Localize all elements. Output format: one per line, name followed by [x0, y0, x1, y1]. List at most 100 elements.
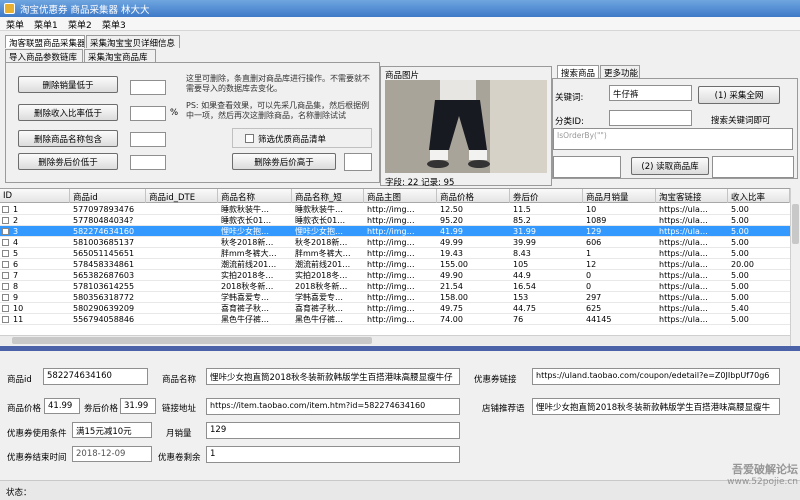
table-cell: https://ula…: [659, 227, 708, 236]
tab-collect-library[interactable]: 采集淘宝商品库: [84, 49, 156, 62]
row-checkbox[interactable]: [2, 239, 9, 246]
table-cell: https://ula…: [659, 315, 708, 324]
column-header[interactable]: 收入比率: [728, 189, 790, 203]
table-row[interactable]: 10 580290639209 喜育裤子秋… 喜育裤子秋… http://img… 49.…: [0, 303, 790, 314]
column-header[interactable]: 劵后价: [510, 189, 583, 203]
keyword-input[interactable]: 牛仔裤: [609, 85, 692, 101]
table-row[interactable]: 1 577097893476 睡款秋装牛… 睡款秋装牛… http://img… 12.5…: [0, 204, 790, 215]
scroll-thumb[interactable]: [12, 337, 372, 344]
menu-item-main[interactable]: 菜单: [6, 18, 24, 31]
code-textarea[interactable]: IsOrderBy(""): [553, 128, 793, 150]
column-header[interactable]: 商品名称: [218, 189, 292, 203]
table-cell: http://img…: [367, 260, 415, 269]
table-row[interactable]: 2 57780484034? 睡款衣长01… 睡款衣长01… http://img… 95…: [0, 215, 790, 226]
menu-item-1[interactable]: 菜单1: [34, 18, 58, 31]
coupon-end-field[interactable]: 2018-12-09: [72, 446, 152, 462]
name-contains-input[interactable]: [130, 132, 166, 147]
table-row[interactable]: 11 556794058846 黑色牛仔裤… 黑色牛仔裤… http://img… 74.…: [0, 314, 790, 325]
table-cell: 5.00: [731, 271, 749, 280]
grid-vertical-scrollbar[interactable]: [790, 188, 800, 348]
table-cell: 秋冬2018新…: [295, 238, 348, 247]
price-field[interactable]: 41.99: [44, 398, 80, 414]
coupon-remain-field[interactable]: 1: [206, 446, 460, 463]
table-row[interactable]: 9 580356318772 学韩喜爱专… 学韩喜爱专… http://img… 158.…: [0, 292, 790, 303]
splitter-bar[interactable]: [0, 346, 800, 351]
delete-hint-text: 这里可删除，条直删对商品库进行操作。不需要就不需要导入的数据库去变化。: [186, 74, 370, 93]
row-checkbox[interactable]: [2, 294, 9, 301]
commission-low-input[interactable]: [130, 106, 166, 121]
table-row[interactable]: 8 578103614255 2018秋冬新… 2018秋冬新… http://img……: [0, 281, 790, 292]
row-checkbox[interactable]: [2, 283, 9, 290]
tab-taoke-collector[interactable]: 淘客联盟商品采集器: [5, 35, 85, 48]
row-checkbox[interactable]: [2, 250, 9, 257]
table-row[interactable]: 5 565051145651 胖mm冬裤大… 胖mm冬裤大… http://img… 19…: [0, 248, 790, 259]
category-input[interactable]: [609, 110, 692, 126]
coupon-low-input[interactable]: [130, 155, 166, 170]
table-row[interactable]: 7 565382687603 实拍2018冬… 实拍2018冬… http://img……: [0, 270, 790, 281]
after-coupon-field[interactable]: 31.99: [120, 398, 156, 414]
product-id-field[interactable]: 582274634160: [43, 368, 148, 385]
delete-coupon-low-button[interactable]: 删除劵后价低于: [18, 153, 118, 170]
column-header[interactable]: 商品主图: [364, 189, 437, 203]
grid-header: ID 商品id 商品id_DTE 商品名称 商品名称_短 商品主图 商品价格 劵…: [0, 189, 790, 203]
row-checkbox[interactable]: [2, 217, 9, 224]
coupon-end-label: 优惠券结束时间: [7, 453, 67, 463]
table-row[interactable]: 6 578458334861 潮流前线201… 潮流前线201… http://img……: [0, 259, 790, 270]
row-checkbox[interactable]: [2, 261, 9, 268]
table-cell: 1089: [586, 216, 607, 225]
link-label: 链接地址: [162, 404, 197, 414]
coupon-condition-field[interactable]: 满15元减10元: [72, 422, 152, 438]
coupon-link-field[interactable]: https://uland.taobao.com/coupon/edetail?…: [532, 368, 780, 385]
delete-name-contains-button[interactable]: 删除商品名称包含: [18, 130, 118, 147]
table-cell: 喜育裤子秋…: [295, 304, 343, 313]
column-header[interactable]: 商品名称_短: [292, 189, 364, 203]
column-header[interactable]: 商品id: [70, 189, 146, 203]
column-header[interactable]: 商品id_DTE: [146, 189, 218, 203]
table-cell: 74.00: [440, 315, 463, 324]
table-row[interactable]: 3 582274634160 悝咔少女抱… 悝咔少女抱… http://img… 41.9…: [0, 226, 790, 237]
column-header[interactable]: 淘宝客链接: [656, 189, 728, 203]
app-icon: [4, 3, 15, 14]
row-checkbox[interactable]: [2, 272, 9, 279]
coupon-high-input[interactable]: [344, 153, 372, 171]
table-row[interactable]: 4 581003685137 秋冬2018新… 秋冬2018新… http://img……: [0, 237, 790, 248]
product-grid: ID 商品id 商品id_DTE 商品名称 商品名称_短 商品主图 商品价格 劵…: [0, 188, 790, 335]
tab-more-functions[interactable]: 更多功能: [600, 65, 640, 78]
grid-horizontal-scrollbar[interactable]: [0, 335, 790, 345]
table-cell: 10: [586, 205, 597, 214]
row-checkbox[interactable]: [2, 228, 9, 235]
table-cell: https://ula…: [659, 260, 708, 269]
sales-low-input[interactable]: [130, 80, 166, 95]
collect-all-button[interactable]: (1) 采集全网: [698, 86, 780, 104]
link-field[interactable]: https://item.taobao.com/item.htm?id=5822…: [206, 398, 460, 415]
row-checkbox[interactable]: [2, 316, 9, 323]
column-header[interactable]: ID: [0, 189, 70, 203]
table-cell: https://ula…: [659, 271, 708, 280]
promo-field[interactable]: 悝咔少女抱直筒2018秋冬装新款韩版学生百搭港味高腰显瘦牛: [532, 398, 780, 415]
column-header[interactable]: 商品月销量: [583, 189, 656, 203]
menu-item-3[interactable]: 菜单3: [102, 18, 126, 31]
row-checkbox[interactable]: [2, 206, 9, 213]
scroll-thumb[interactable]: [792, 204, 799, 244]
table-cell: 31.99: [513, 227, 536, 236]
table-cell: https://ula…: [659, 238, 708, 247]
table-cell: https://ula…: [659, 304, 708, 313]
filter-goods-checkbox[interactable]: [245, 134, 254, 143]
read-library-button[interactable]: (2) 读取商品库: [631, 157, 709, 175]
monthly-sales-field[interactable]: 129: [206, 422, 460, 439]
table-cell: 578103614255: [73, 282, 135, 291]
product-name-field[interactable]: 悝咔少女抱直筒2018秋冬装新款韩版学生百搭港味高腰显瘦牛仔: [206, 368, 460, 385]
tab-import-params[interactable]: 导入商品参数链库: [5, 49, 83, 62]
menu-item-2[interactable]: 菜单2: [68, 18, 92, 31]
delete-coupon-high-button[interactable]: 删除劵后价高于: [232, 153, 336, 170]
tab-collect-details[interactable]: 采集淘宝宝贝详细信息: [86, 35, 180, 48]
tab-search-goods[interactable]: 搜索商品: [557, 65, 599, 78]
library-path-input[interactable]: [553, 156, 621, 178]
row-checkbox[interactable]: [2, 305, 9, 312]
delete-sales-low-button[interactable]: 删除销量低于: [18, 76, 118, 93]
table-cell: 喜育裤子秋…: [221, 304, 269, 313]
delete-commission-low-button[interactable]: 删除收入比率低于: [18, 104, 118, 121]
column-header[interactable]: 商品价格: [437, 189, 510, 203]
title-bar: 淘宝优惠券 商品采集器 林大大: [0, 0, 800, 17]
table-cell: https://ula…: [659, 249, 708, 258]
